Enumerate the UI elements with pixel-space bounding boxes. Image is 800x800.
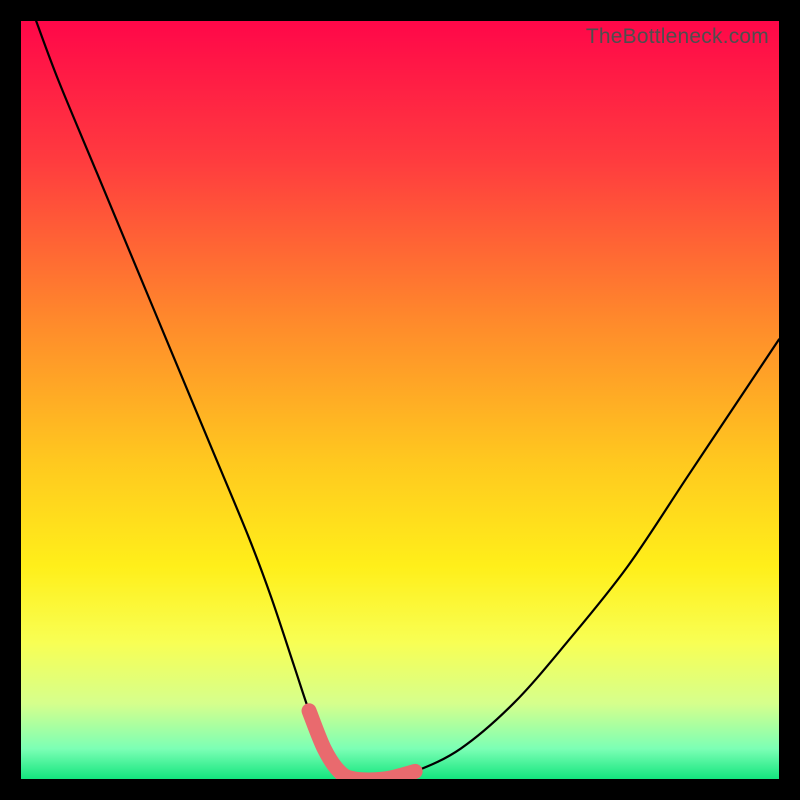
bottleneck-curve (36, 21, 779, 779)
watermark-label: TheBottleneck.com (586, 25, 769, 49)
plot-area: TheBottleneck.com (21, 21, 779, 779)
chart-frame: TheBottleneck.com (0, 0, 800, 800)
curve-layer (21, 21, 779, 779)
highlight-segment (309, 711, 415, 779)
